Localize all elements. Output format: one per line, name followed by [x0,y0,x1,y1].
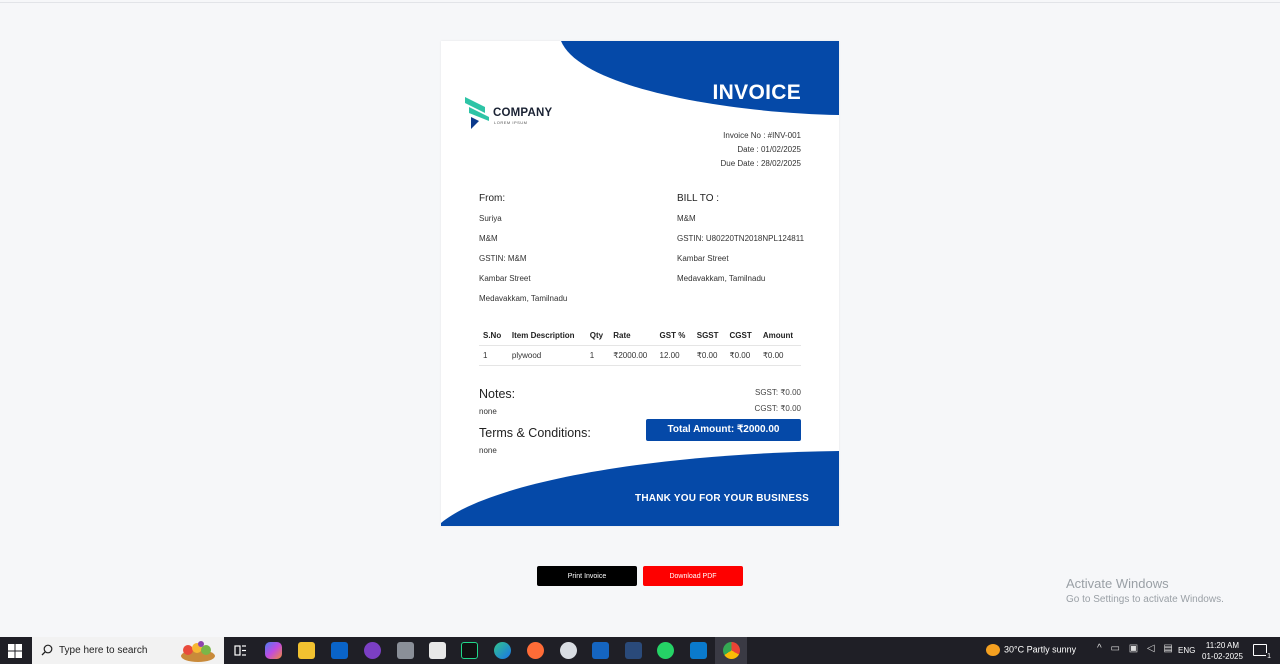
invoice-title: INVOICE [712,81,801,104]
from-line: Suriya [479,214,502,223]
sgst-total: SGST: ₹0.00 [755,388,801,397]
chrome-icon[interactable] [723,642,740,659]
table-cell: ₹0.00 [758,345,801,366]
invoice-meta: Invoice No : #INV-001 Date : 01/02/2025 … [720,129,801,171]
search-placeholder: Type here to search [59,645,148,656]
table-cell: plywood [507,345,586,366]
code-blocks-icon[interactable] [625,642,642,659]
table-cell: 1 [479,345,508,366]
store-icon[interactable] [429,642,446,659]
table-cell: 12.00 [655,345,693,366]
language-indicator[interactable]: ENG [1178,646,1195,655]
watermark-subtitle: Go to Settings to activate Windows. [1066,594,1224,605]
clock-date: 01-02-2025 [1202,652,1243,661]
from-section: From: Suriya M&M GSTIN: M&M Kambar Stree… [479,193,567,313]
table-cell: ₹2000.00 [609,345,656,366]
footer-wave [441,451,839,526]
cgst-total: CGST: ₹0.00 [754,404,801,413]
search-highlight-fruit-icon [181,641,215,662]
terms-heading: Terms & Conditions: [479,426,591,440]
bill-to-line: Medavakkam, Tamilnadu [677,274,766,283]
weather-text: 30°C Partly sunny [1004,644,1077,655]
invoice-card: INVOICE COMPANY LOREM IPSUM Invoice No :… [441,41,839,526]
watermark-title: Activate Windows [1066,576,1169,591]
invoice-due-date: Due Date : 28/02/2025 [720,159,801,168]
bill-to-section: BILL TO : M&M GSTIN: U80220TN2018NPL1248… [677,193,804,293]
outlook-icon[interactable] [331,642,348,659]
vscode-icon[interactable] [690,642,707,659]
invoice-number: Invoice No : #INV-001 [723,131,801,140]
col-header: SGST [692,328,726,346]
total-amount-badge: Total Amount: ₹2000.00 [646,419,801,441]
bill-to-line: Kambar Street [677,254,729,263]
invoice-date: Date : 01/02/2025 [737,145,801,154]
bill-to-line: GSTIN: U80220TN2018NPL124811 [677,234,805,243]
col-header: Amount [758,328,801,346]
c-app-icon[interactable] [592,642,609,659]
notification-icon[interactable]: 1 [1253,644,1272,660]
activate-windows-watermark: Activate Windows Go to Settings to activ… [1066,576,1224,605]
taskbar-search-box[interactable]: Type here to search [32,637,224,664]
bill-to-heading: BILL TO : [677,193,720,204]
clock-time: 11:20 AM [1205,641,1240,650]
edge-icon[interactable] [494,642,511,659]
from-line: GSTIN: M&M [479,254,527,263]
table-row: 1 plywood 1 ₹2000.00 12.00 ₹0.00 ₹0.00 ₹… [479,345,801,366]
taskbar-clock[interactable]: 11:20 AM 01-02-2025 [1202,640,1243,662]
postman-icon[interactable] [527,642,544,659]
table-header-row: S.No Item Description Qty Rate GST % SGS… [479,328,801,346]
copilot-icon[interactable] [265,642,282,659]
windows-start-icon[interactable] [8,644,22,658]
database-icon[interactable] [397,642,414,659]
taskbar: Type here to search 30°C Partly sunny ^ … [0,637,1280,664]
col-header: CGST [725,328,759,346]
search-icon [41,644,53,656]
whatsapp-icon[interactable] [657,642,674,659]
company-name: COMPANY [493,107,553,119]
download-pdf-button[interactable]: Download PDF [643,566,743,586]
items-table: S.No Item Description Qty Rate GST % SGS… [479,328,801,366]
col-header: S.No [479,328,508,346]
col-header: GST % [655,328,693,346]
col-header: Rate [609,328,656,346]
terms-value: none [479,446,497,455]
notes-heading: Notes: [479,387,516,401]
cloud-app-icon[interactable] [560,642,577,659]
system-tray[interactable]: ^ ▭ ▣ ◁ ▤ [1097,643,1176,654]
table-cell: ₹0.00 [725,345,759,366]
col-header: Item Description [507,328,586,346]
notification-count: 1 [1266,653,1272,660]
print-invoice-button[interactable]: Print Invoice [537,566,637,586]
from-line: M&M [479,234,498,243]
thank-you-text: THANK YOU FOR YOUR BUSINESS [635,493,809,504]
from-heading: From: [479,193,506,204]
from-line: Medavakkam, Tamilnadu [479,294,568,303]
table-cell: 1 [585,345,610,366]
from-line: Kambar Street [479,274,531,283]
pycharm-icon[interactable] [461,642,478,659]
top-divider [0,2,1280,3]
table-cell: ₹0.00 [692,345,726,366]
notes-value: none [479,407,497,416]
task-view-icon[interactable] [232,642,249,659]
bill-to-line: M&M [677,214,696,223]
file-explorer-icon[interactable] [298,642,315,659]
company-logo-icon [465,97,489,129]
partly-sunny-icon [986,644,1000,656]
col-header: Qty [585,328,610,346]
company-tagline: LOREM IPSUM [494,120,528,125]
github-icon[interactable] [364,642,381,659]
weather-widget[interactable]: 30°C Partly sunny [986,644,1076,656]
